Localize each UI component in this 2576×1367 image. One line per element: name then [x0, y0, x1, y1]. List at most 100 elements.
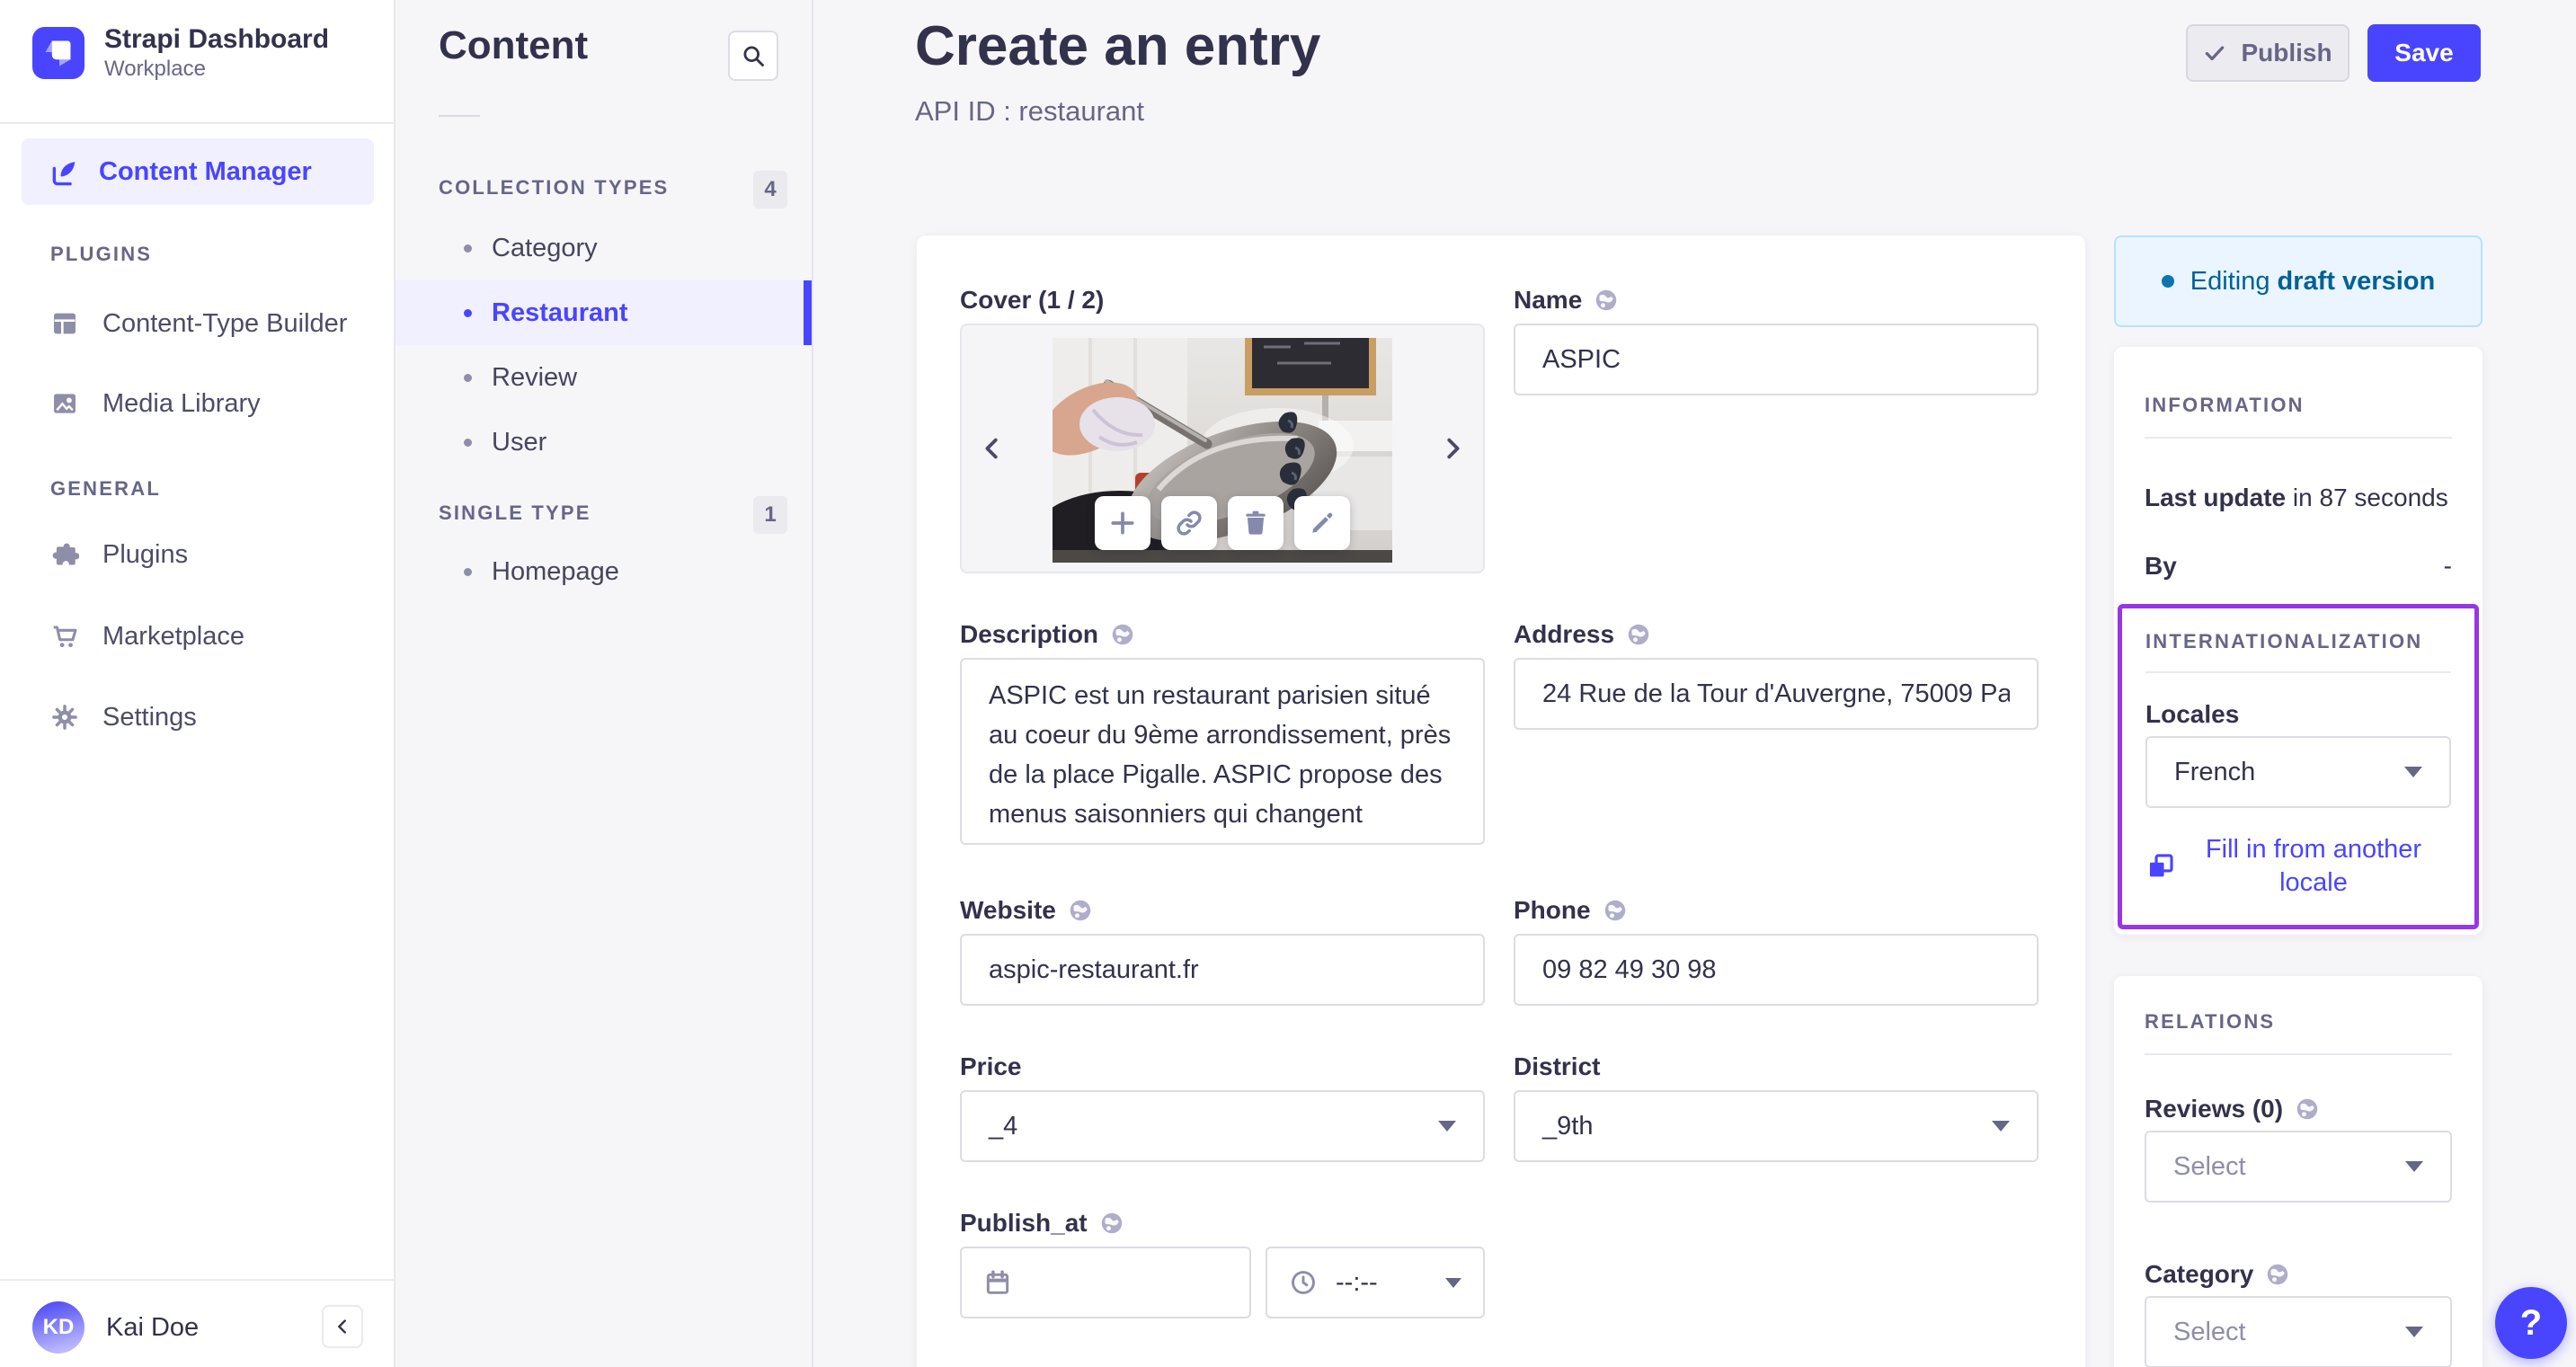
locale-select[interactable]: French [2145, 736, 2451, 808]
collection-types-count-badge: 4 [753, 171, 787, 209]
user-menu[interactable]: KD Kai Doe [32, 1301, 199, 1354]
name-label: Name [1514, 286, 1583, 314]
image-icon [50, 389, 79, 418]
chevron-down-icon [2405, 1327, 2423, 1337]
subnav-item-review[interactable]: Review [395, 345, 812, 410]
globe-icon [1593, 287, 1620, 314]
gear-icon [50, 703, 79, 732]
description-label: Description [960, 620, 1099, 648]
subnav-item-homepage[interactable]: Homepage [395, 539, 812, 604]
globe-icon [1602, 897, 1629, 924]
cart-icon [50, 622, 79, 651]
date-picker-input[interactable] [960, 1247, 1251, 1318]
relations-card: RELATIONS Reviews (0) Select Category Se… [2114, 976, 2483, 1367]
chevron-down-icon [2405, 1161, 2423, 1172]
internationalization-section: INTERNATIONALIZATION Locales French Fill… [2118, 604, 2479, 929]
save-button[interactable]: Save [2367, 24, 2481, 82]
address-input[interactable] [1514, 658, 2039, 730]
sidebar-item-label: Content Manager [99, 156, 312, 186]
chevron-down-icon [1438, 1121, 1456, 1132]
category-relation-select[interactable]: Select [2145, 1296, 2452, 1367]
subnav-item-category[interactable]: Category [395, 216, 812, 280]
bullet-icon [464, 308, 472, 317]
information-heading: INFORMATION [2145, 394, 2305, 416]
sidebar-item-marketplace[interactable]: Marketplace [50, 618, 244, 654]
check-icon [2203, 41, 2226, 65]
delete-media-button[interactable] [1228, 496, 1284, 550]
price-select[interactable]: _4 [960, 1090, 1485, 1162]
subnav-item-restaurant[interactable]: Restaurant [395, 280, 812, 345]
cover-label: Cover (1 / 2) [960, 286, 1105, 314]
sidebar-section-general: GENERAL [50, 477, 161, 500]
globe-icon [1067, 897, 1094, 924]
district-label: District [1514, 1052, 1601, 1080]
chevron-down-icon [2404, 767, 2422, 777]
website-input[interactable] [960, 934, 1485, 1006]
phone-input[interactable] [1514, 934, 2039, 1006]
publish-button[interactable]: Publish [2186, 24, 2349, 82]
phone-label: Phone [1514, 896, 1591, 924]
group-label-single-type: SINGLE TYPE [439, 502, 591, 524]
single-type-count-badge: 1 [753, 496, 787, 534]
globe-icon [1098, 1210, 1125, 1237]
api-id-subtitle: API ID : restaurant [915, 95, 1144, 127]
sidebar-item-media-library[interactable]: Media Library [50, 386, 261, 422]
feather-pen-icon [49, 156, 79, 187]
app-sidebar: Strapi Dashboard Workplace Content Manag… [0, 0, 395, 1367]
search-button[interactable] [728, 31, 778, 81]
relations-divider [2145, 1053, 2452, 1055]
calendar-icon [983, 1268, 1012, 1297]
fill-from-locale-link[interactable]: Fill in from another locale [2145, 833, 2451, 900]
workspace-name: Workplace [104, 57, 206, 81]
sidebar-item-settings[interactable]: Settings [50, 699, 197, 735]
user-name: Kai Doe [106, 1312, 200, 1342]
subnav-item-user[interactable]: User [395, 410, 812, 475]
bullet-icon [464, 244, 472, 253]
field-publish-at: Publish_at --:-- [960, 1209, 1485, 1318]
sidebar-item-content-manager[interactable]: Content Manager [22, 138, 374, 205]
subnav-title: Content [439, 23, 589, 67]
avatar: KD [32, 1301, 84, 1354]
bullet-icon [464, 438, 472, 447]
address-label: Address [1514, 620, 1615, 648]
subnav-divider [439, 115, 480, 117]
internationalization-divider [2145, 671, 2451, 673]
publish-at-label: Publish_at [960, 1209, 1088, 1237]
duplicate-icon [2145, 851, 2176, 882]
field-phone: Phone [1514, 896, 2039, 1006]
description-textarea[interactable]: ASPIC est un restaurant parisien situé a… [960, 658, 1485, 845]
sidebar-footer-divider [0, 1279, 394, 1281]
field-price: Price _4 [960, 1052, 1485, 1162]
price-label: Price [960, 1052, 1022, 1080]
last-update-row: Last update in 87 seconds [2145, 484, 2448, 511]
relations-heading: RELATIONS [2145, 1010, 2276, 1033]
field-district: District _9th [1514, 1052, 2039, 1162]
globe-icon [2294, 1096, 2321, 1123]
district-select[interactable]: _9th [1514, 1090, 2039, 1162]
add-media-button[interactable] [1095, 496, 1150, 550]
workspace-brand[interactable]: Strapi Dashboard Workplace [32, 23, 329, 83]
information-divider [2145, 437, 2452, 439]
field-description: Description ASPIC est un restaurant pari… [960, 620, 1485, 849]
strapi-logo-icon [32, 27, 84, 79]
name-input[interactable] [1514, 324, 2039, 395]
reviews-relation-select[interactable]: Select [2145, 1131, 2452, 1203]
group-label-collection-types: COLLECTION TYPES [439, 176, 670, 199]
entry-form-card: Cover (1 / 2) Name ASPIC Description ASP… [917, 235, 2085, 1367]
by-row: By - [2145, 552, 2452, 580]
carousel-next-button[interactable] [1435, 431, 1470, 466]
sidebar-item-content-type-builder[interactable]: Content-Type Builder [50, 306, 347, 342]
carousel-previous-button[interactable] [974, 431, 1010, 466]
internationalization-heading: INTERNATIONALIZATION [2145, 630, 2423, 652]
field-address: Address [1514, 620, 2039, 849]
sidebar-item-plugins[interactable]: Plugins [50, 537, 188, 573]
collapse-sidebar-button[interactable] [322, 1305, 363, 1348]
locales-label: Locales [2145, 700, 2240, 728]
copy-link-button[interactable] [1161, 496, 1217, 550]
time-picker-input[interactable]: --:-- [1266, 1247, 1485, 1318]
content-subnav: Content COLLECTION TYPES 4 Category Rest… [395, 0, 813, 1367]
edit-media-button[interactable] [1294, 496, 1350, 550]
cover-media-carousel [960, 324, 1485, 573]
help-button[interactable]: ? [2495, 1287, 2567, 1359]
globe-icon [2264, 1261, 2291, 1288]
